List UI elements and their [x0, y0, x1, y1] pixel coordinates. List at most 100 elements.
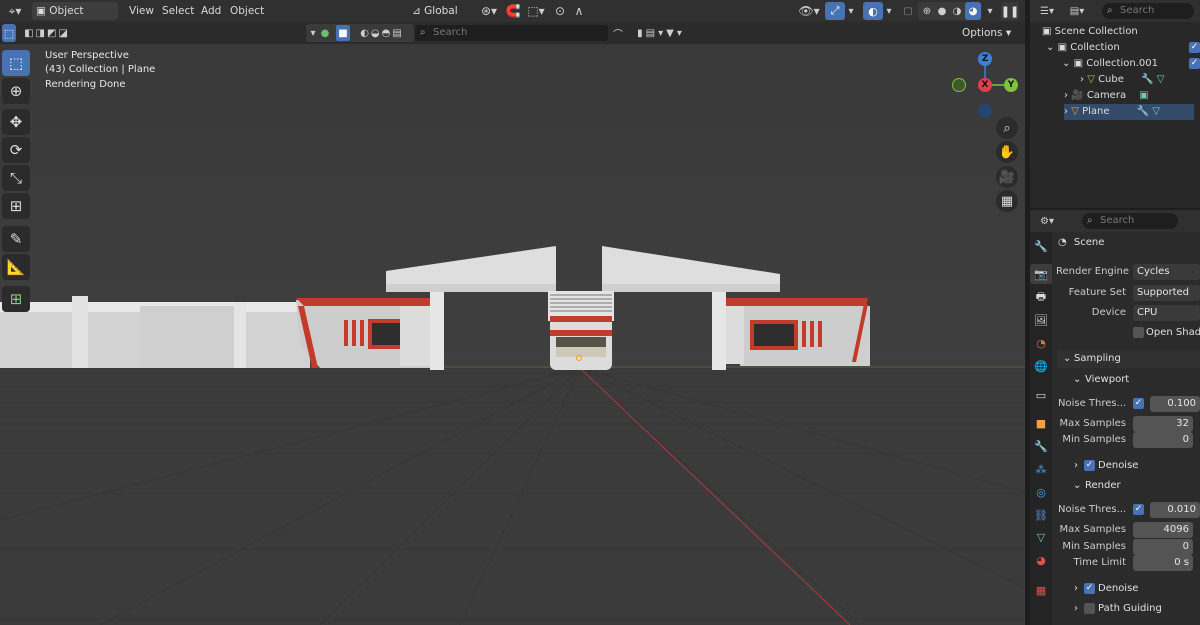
- view-filter-icons[interactable]: ▮▤▾▼▾: [628, 25, 694, 41]
- render-subpanel-header[interactable]: ⌄ Render: [1057, 477, 1200, 495]
- viewport-noise-checkbox[interactable]: ✓: [1133, 398, 1144, 409]
- gizmo-neg-z-axis[interactable]: [978, 104, 992, 118]
- open-shading-checkbox[interactable]: [1133, 327, 1144, 338]
- overlay-toggle-icon[interactable]: ◐: [863, 2, 883, 20]
- select-box-icon[interactable]: ⬚: [2, 24, 16, 42]
- viewport-min-samples-field[interactable]: 0: [1133, 432, 1193, 448]
- particles-tab-icon[interactable]: ⁂: [1030, 459, 1052, 479]
- world-tab-icon[interactable]: 🌐: [1030, 356, 1052, 376]
- gizmo-neg-y-axis[interactable]: [952, 78, 966, 92]
- render-tab-icon[interactable]: 📷: [1030, 264, 1052, 284]
- viewport-noise-field[interactable]: 0.100: [1150, 396, 1200, 412]
- orientation-dropdown[interactable]: ⊿ Global ▾: [408, 2, 470, 35]
- material-tab-icon[interactable]: ◕: [1030, 550, 1052, 570]
- viewport-search-input[interactable]: ⌕ Search: [415, 25, 608, 41]
- collection-001-include-checkbox[interactable]: ✓: [1189, 58, 1200, 69]
- render-noise-checkbox[interactable]: ✓: [1133, 504, 1144, 515]
- outliner-row-camera[interactable]: › 🎥 Camera ▣: [1064, 88, 1149, 104]
- material-shading-icon[interactable]: ◑: [950, 3, 964, 19]
- pan-hand-icon[interactable]: ✋: [996, 141, 1018, 163]
- object-filter-icon[interactable]: ■: [336, 25, 350, 41]
- display-mode-icon[interactable]: ▤▾: [1066, 3, 1088, 19]
- gizmo-z-axis[interactable]: Z: [978, 52, 992, 66]
- view-layer-tab-icon[interactable]: 🖼: [1030, 310, 1052, 330]
- viewport-subpanel-header[interactable]: ⌄ Viewport: [1057, 371, 1200, 389]
- gizmo-toggle-icon[interactable]: ⤢: [825, 2, 845, 20]
- physics-tab-icon[interactable]: ◎: [1030, 482, 1052, 502]
- measure-tool-icon[interactable]: 📐: [2, 254, 30, 280]
- chevron-down-icon[interactable]: ▾: [883, 3, 895, 19]
- xray-icon[interactable]: ▢: [900, 3, 916, 19]
- tool-tab-icon[interactable]: 🔧: [1030, 236, 1052, 256]
- wireframe-shading-icon[interactable]: ⊕: [920, 3, 934, 19]
- chevron-down-icon[interactable]: ▾: [984, 3, 996, 19]
- rendered-shading-icon[interactable]: ◕: [965, 2, 981, 20]
- outliner-row-collection-001[interactable]: ⌄ ▣ Collection.001: [1062, 56, 1158, 72]
- pivot-icon[interactable]: ⊛▾: [478, 3, 500, 19]
- color-wheel-icon[interactable]: ●: [318, 25, 332, 41]
- output-tab-icon[interactable]: 🖶: [1030, 287, 1052, 307]
- time-limit-field[interactable]: 0 s: [1133, 555, 1193, 571]
- annotate-tool-icon[interactable]: ✎: [2, 226, 30, 252]
- data-filter-icons[interactable]: ◐◒◓▤: [352, 25, 412, 41]
- menu-object[interactable]: Object: [230, 0, 264, 22]
- snap-target-icon[interactable]: ⬚▾: [524, 3, 548, 19]
- constraints-tab-icon[interactable]: ⛓: [1030, 505, 1052, 525]
- path-guiding-header[interactable]: › Path Guiding: [1070, 601, 1200, 617]
- menu-select[interactable]: Select: [162, 0, 194, 22]
- pause-render-icon[interactable]: ❚❚: [1001, 2, 1019, 20]
- solid-shading-icon[interactable]: ●: [935, 3, 949, 19]
- proportional-edit-icon[interactable]: ⊙: [552, 3, 568, 19]
- falloff-icon[interactable]: ∧: [570, 3, 588, 19]
- menu-view[interactable]: View: [129, 0, 154, 22]
- render-min-samples-field[interactable]: 0: [1133, 539, 1193, 555]
- render-noise-field[interactable]: 0.010: [1150, 502, 1200, 518]
- editor-type-icon[interactable]: ⌖▾: [4, 3, 26, 19]
- device-dropdown[interactable]: CPU: [1133, 305, 1200, 321]
- mode-dropdown[interactable]: ▣ Object Mode ▾: [32, 2, 118, 35]
- visibility-icon[interactable]: 👁▾: [798, 3, 820, 19]
- scene-tab-icon[interactable]: ◔: [1030, 333, 1052, 353]
- chevron-down-icon[interactable]: ▾: [308, 25, 318, 41]
- modifier-tab-icon[interactable]: 🔧: [1030, 436, 1052, 456]
- select-mode-icons[interactable]: ◧◨◩◪: [17, 25, 77, 41]
- move-tool-icon[interactable]: ✥: [2, 109, 30, 135]
- sampling-panel-header[interactable]: ⌄ Sampling: [1057, 350, 1200, 368]
- cursor-tool-icon[interactable]: ⊕: [2, 78, 30, 104]
- zoom-icon[interactable]: ⌕: [996, 117, 1018, 139]
- collection-include-checkbox[interactable]: ✓: [1189, 42, 1200, 53]
- viewport-max-samples-field[interactable]: 32: [1133, 416, 1193, 432]
- camera-view-icon[interactable]: 🎥: [996, 166, 1018, 188]
- render-max-samples-field[interactable]: 4096: [1133, 522, 1193, 538]
- add-cube-tool-icon[interactable]: ⊞: [2, 286, 30, 312]
- texture-tab-icon[interactable]: ▦: [1030, 580, 1052, 600]
- filter-toggle-icon[interactable]: ⌒: [610, 25, 626, 41]
- rotate-tool-icon[interactable]: ⟳: [2, 137, 30, 163]
- outliner-search-input[interactable]: ⌕ Search: [1102, 3, 1194, 19]
- snap-icon[interactable]: 🧲: [504, 3, 522, 19]
- chevron-down-icon[interactable]: ▾: [845, 3, 857, 19]
- render-denoise-checkbox[interactable]: ✓: [1084, 583, 1095, 594]
- data-tab-icon[interactable]: ▽: [1030, 527, 1052, 547]
- collection-tab-icon[interactable]: ▭: [1030, 385, 1052, 405]
- viewport-denoise-header[interactable]: › ✓ Denoise: [1070, 458, 1200, 474]
- select-tool-icon[interactable]: ⬚: [2, 50, 30, 76]
- options-dropdown[interactable]: Options ▾: [962, 24, 1011, 42]
- 3d-viewport[interactable]: User Perspective (43) Collection | Plane…: [0, 44, 1025, 625]
- properties-search-input[interactable]: ⌕ Search: [1082, 213, 1178, 229]
- render-denoise-header[interactable]: › ✓ Denoise: [1070, 581, 1200, 597]
- outliner-row-scene-collection[interactable]: ▣ Scene Collection: [1042, 24, 1138, 40]
- transform-tool-icon[interactable]: ⊞: [2, 193, 30, 219]
- object-tab-icon[interactable]: ■: [1030, 413, 1052, 433]
- scale-tool-icon[interactable]: ⤡: [2, 165, 30, 191]
- path-guiding-checkbox[interactable]: [1084, 603, 1095, 614]
- outliner-row-collection[interactable]: ⌄ ▣ Collection: [1046, 40, 1120, 56]
- menu-add[interactable]: Add: [201, 0, 221, 22]
- outliner-row-cube[interactable]: › ▽ Cube 🔧 ▽: [1080, 72, 1164, 88]
- viewport-denoise-checkbox[interactable]: ✓: [1084, 460, 1095, 471]
- outliner-row-plane[interactable]: › ▽ Plane 🔧 ▽: [1064, 104, 1194, 120]
- feature-set-dropdown[interactable]: Supported: [1133, 285, 1200, 301]
- render-engine-dropdown[interactable]: Cycles: [1133, 264, 1200, 280]
- properties-editor-icon[interactable]: ⚙▾: [1036, 213, 1058, 229]
- outliner-editor-icon[interactable]: ☰▾: [1036, 3, 1058, 19]
